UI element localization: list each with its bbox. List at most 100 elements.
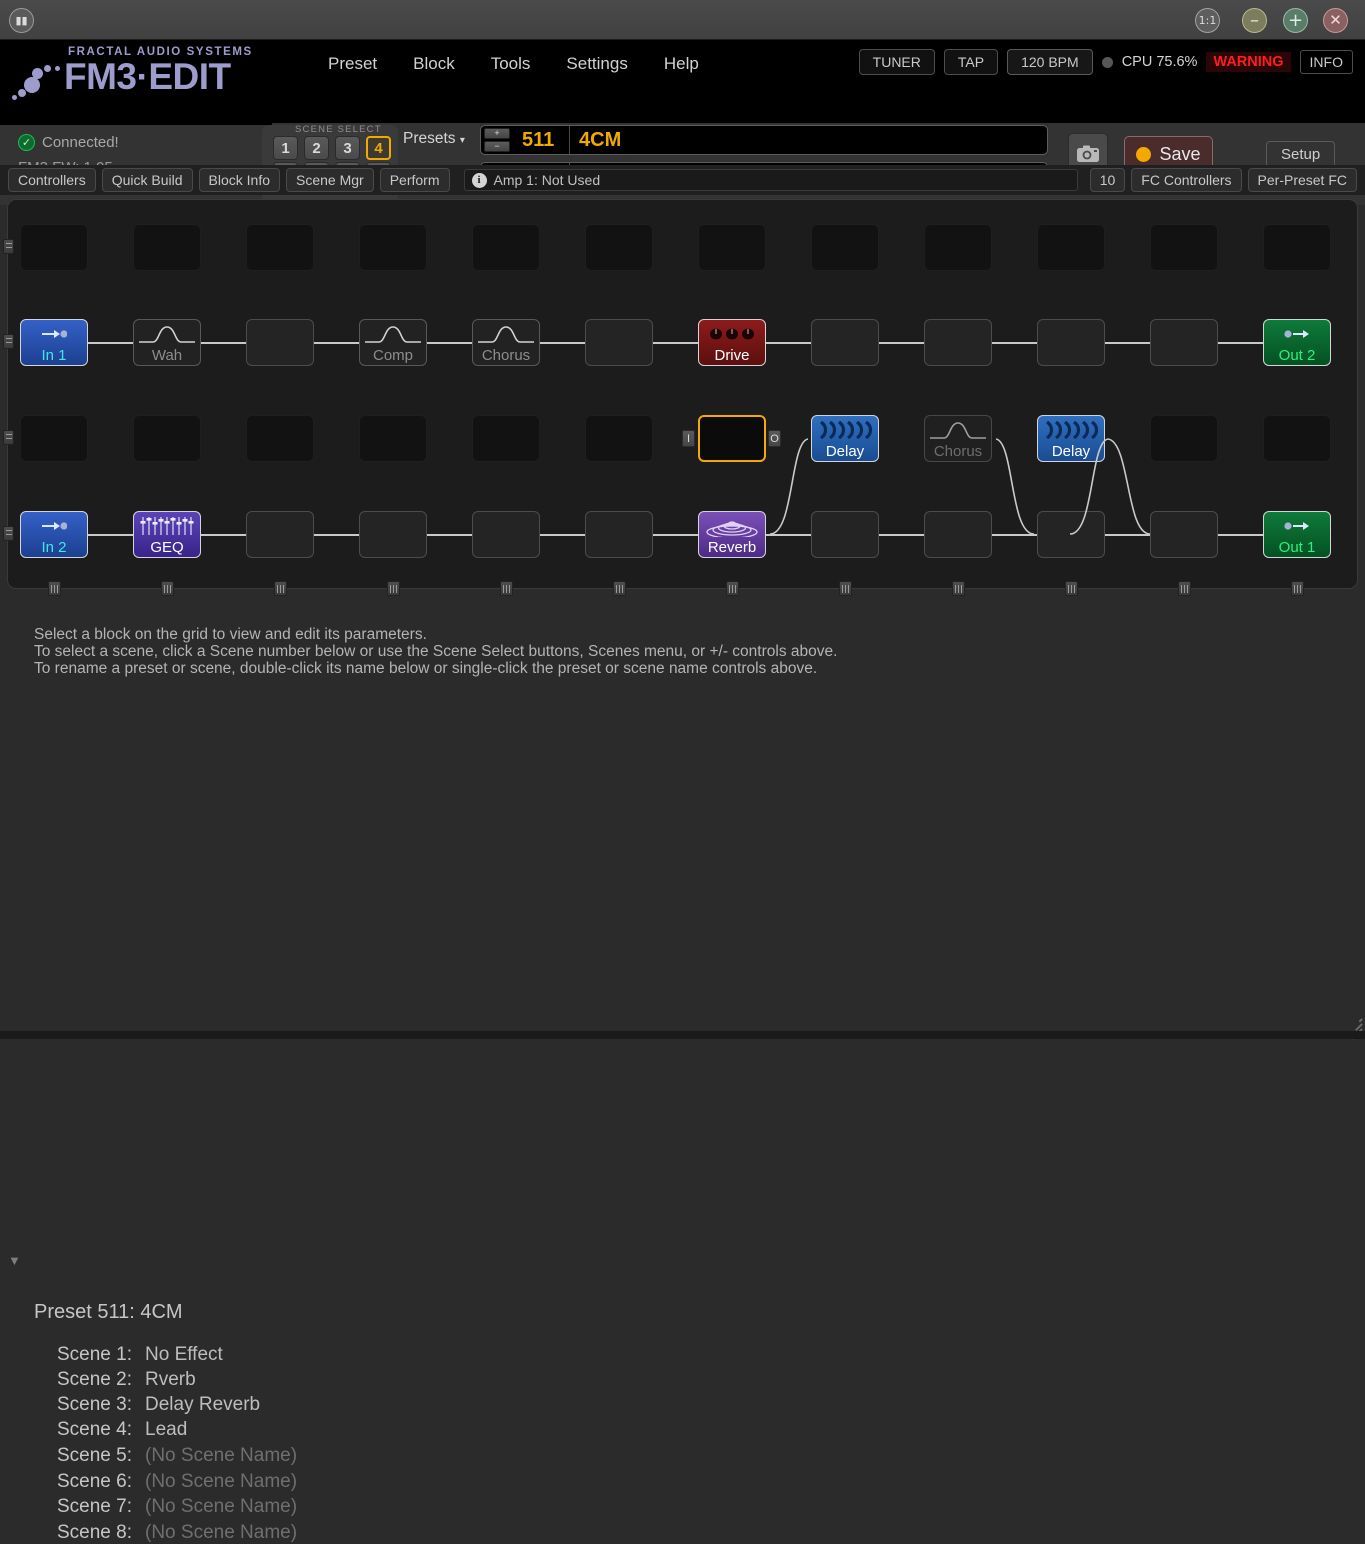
- grid-cell-r1c5[interactable]: [472, 224, 540, 271]
- grid-cell-r4c6[interactable]: [585, 511, 653, 558]
- grid-cell-r1c8[interactable]: [811, 224, 879, 271]
- grid-cell-r1c3[interactable]: [246, 224, 314, 271]
- grid-cell-r4c10[interactable]: [1037, 511, 1105, 558]
- block-geq[interactable]: GEQ: [133, 511, 201, 558]
- column-handle-3[interactable]: [387, 581, 400, 596]
- column-handle-1[interactable]: [48, 581, 61, 596]
- grid-cell-r3c1[interactable]: [20, 415, 88, 462]
- column-handle-10[interactable]: [1178, 581, 1191, 596]
- bpm-display[interactable]: 120 BPM: [1007, 49, 1093, 75]
- grid-cell-r4c3[interactable]: [246, 511, 314, 558]
- perform-button[interactable]: Perform: [380, 168, 450, 192]
- grid-cell-r2c8[interactable]: [811, 319, 879, 366]
- preset-increment-button[interactable]: +: [484, 128, 510, 139]
- grid-cell-r1c10[interactable]: [1037, 224, 1105, 271]
- grid-cell-r1c1[interactable]: [20, 224, 88, 271]
- block-chorus-row2[interactable]: Chorus: [472, 319, 540, 366]
- scale-1-1-button[interactable]: 1:1: [1195, 8, 1220, 33]
- row-handle-2[interactable]: [3, 334, 14, 349]
- block-comp[interactable]: Comp: [359, 319, 427, 366]
- column-handle-12[interactable]: [161, 581, 174, 596]
- block-in-1[interactable]: In 1: [20, 319, 88, 366]
- scene-button-2[interactable]: 2: [304, 136, 329, 160]
- row-handle-3[interactable]: [3, 430, 14, 445]
- selected-block-output-port[interactable]: O: [768, 430, 781, 447]
- presets-menu-button[interactable]: Presets ▾: [403, 130, 465, 148]
- scene-button-4[interactable]: 4: [366, 136, 391, 160]
- grid-cell-r1c12[interactable]: [1263, 224, 1331, 271]
- column-handle-8[interactable]: [952, 581, 965, 596]
- grid-cell-r4c11[interactable]: [1150, 511, 1218, 558]
- column-handle-7[interactable]: [839, 581, 852, 596]
- block-delay-2[interactable]: Delay: [1037, 415, 1105, 462]
- routing-grid[interactable]: In 1 Wah Comp Chorus: [7, 199, 1358, 589]
- cpu-count-badge[interactable]: 10: [1090, 168, 1126, 192]
- block-out-2[interactable]: Out 2: [1263, 319, 1331, 366]
- grid-cell-r3c4[interactable]: [359, 415, 427, 462]
- grid-cell-r2c9[interactable]: [924, 319, 992, 366]
- resize-grip-icon[interactable]: [1346, 1014, 1362, 1030]
- grid-cell-r3c2[interactable]: [133, 415, 201, 462]
- per-preset-fc-button[interactable]: Per-Preset FC: [1248, 168, 1357, 192]
- scene-mgr-button[interactable]: Scene Mgr: [286, 168, 374, 192]
- scene-button-1[interactable]: 1: [273, 136, 298, 160]
- grid-cell-r2c3[interactable]: [246, 319, 314, 366]
- scene-row-5[interactable]: Scene 5:(No Scene Name): [57, 1445, 297, 1467]
- block-selected-empty[interactable]: [698, 415, 766, 462]
- grid-cell-r4c8[interactable]: [811, 511, 879, 558]
- scene-row-7[interactable]: Scene 7:(No Scene Name): [57, 1496, 297, 1518]
- menu-settings[interactable]: Settings: [548, 50, 645, 80]
- block-delay-1[interactable]: Delay: [811, 415, 879, 462]
- pause-icon[interactable]: ▮▮: [9, 8, 34, 33]
- column-handle-2[interactable]: [274, 581, 287, 596]
- grid-cell-r1c2[interactable]: [133, 224, 201, 271]
- grid-cell-r1c9[interactable]: [924, 224, 992, 271]
- scene-row-8[interactable]: Scene 8:(No Scene Name): [57, 1522, 297, 1544]
- block-drive[interactable]: Drive: [698, 319, 766, 366]
- preset-decrement-button[interactable]: −: [484, 141, 510, 152]
- grid-cell-r3c3[interactable]: [246, 415, 314, 462]
- fc-controllers-button[interactable]: FC Controllers: [1131, 168, 1241, 192]
- grid-cell-r4c5[interactable]: [472, 511, 540, 558]
- grid-cell-r3c5[interactable]: [472, 415, 540, 462]
- block-info-button[interactable]: Block Info: [199, 168, 280, 192]
- column-handle-6[interactable]: [726, 581, 739, 596]
- grid-cell-r3c11[interactable]: [1150, 415, 1218, 462]
- grid-cell-r1c6[interactable]: [585, 224, 653, 271]
- preset-name-field[interactable]: + − 511 4CM: [480, 125, 1048, 155]
- column-handle-9[interactable]: [1065, 581, 1078, 596]
- grid-cell-r2c6[interactable]: [585, 319, 653, 366]
- column-handle-4[interactable]: [500, 581, 513, 596]
- menu-help[interactable]: Help: [646, 50, 717, 80]
- scene-row-6[interactable]: Scene 6:(No Scene Name): [57, 1471, 297, 1493]
- grid-cell-r4c9[interactable]: [924, 511, 992, 558]
- row-handle-1[interactable]: [3, 239, 14, 254]
- close-button[interactable]: ✕: [1323, 8, 1348, 33]
- grid-cell-r1c7[interactable]: [698, 224, 766, 271]
- tuner-button[interactable]: TUNER: [859, 49, 935, 75]
- minimize-button[interactable]: –: [1242, 8, 1267, 33]
- grid-cell-r2c10[interactable]: [1037, 319, 1105, 366]
- grid-cell-r3c6[interactable]: [585, 415, 653, 462]
- scene-row-2[interactable]: Scene 2:Rverb: [57, 1369, 196, 1391]
- column-handle-5[interactable]: [613, 581, 626, 596]
- row-handle-4[interactable]: [3, 526, 14, 541]
- tap-tempo-button[interactable]: TAP: [944, 49, 998, 75]
- block-out-1[interactable]: Out 1: [1263, 511, 1331, 558]
- grid-cell-r1c4[interactable]: [359, 224, 427, 271]
- scene-row-4[interactable]: Scene 4:Lead: [57, 1419, 187, 1441]
- menu-block[interactable]: Block: [395, 50, 473, 80]
- grid-cell-r1c11[interactable]: [1150, 224, 1218, 271]
- grid-cell-r4c4[interactable]: [359, 511, 427, 558]
- block-chorus-row3[interactable]: Chorus: [924, 415, 992, 462]
- menu-preset[interactable]: Preset: [310, 50, 395, 80]
- info-button[interactable]: INFO: [1300, 50, 1353, 74]
- setup-button[interactable]: Setup: [1266, 141, 1335, 168]
- scene-row-3[interactable]: Scene 3:Delay Reverb: [57, 1394, 260, 1416]
- controllers-button[interactable]: Controllers: [8, 168, 96, 192]
- grid-cell-r2c11[interactable]: [1150, 319, 1218, 366]
- block-reverb[interactable]: Reverb: [698, 511, 766, 558]
- block-wah[interactable]: Wah: [133, 319, 201, 366]
- quick-build-button[interactable]: Quick Build: [102, 168, 193, 192]
- column-handle-11[interactable]: [1291, 581, 1304, 596]
